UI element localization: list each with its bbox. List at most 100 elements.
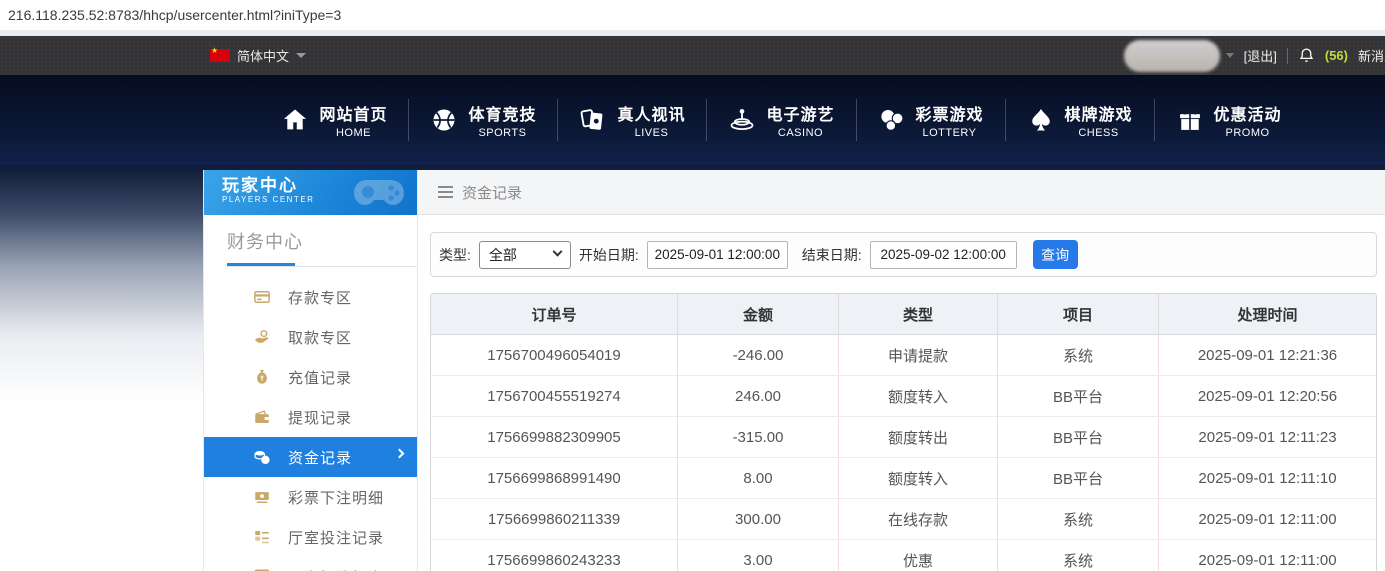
sidebar-item-彩票下注明细[interactable]: 彩票下注明细 [204, 477, 417, 517]
table-cell: 3.00 [677, 540, 838, 571]
nav-label-en: PROMO [1226, 127, 1270, 139]
sidebar-item-取款专区[interactable]: 取款专区 [204, 317, 417, 357]
sidebar-menu: 存款专区取款专区充值记录提现记录资金记录彩票下注明细厅室投注记录玩家投注报表 [204, 277, 417, 571]
filter-bar: 类型: 全部 开始日期: 结束日期: 查询 [430, 232, 1377, 277]
sidebar-item-label: 提现记录 [288, 407, 352, 428]
table-cell: 额度转入 [838, 376, 997, 416]
hall-bets-icon [253, 528, 271, 546]
nav-label-en: CASINO [778, 127, 823, 139]
end-date-label: 结束日期: [802, 245, 862, 265]
table-row: 17566998602432333.00优惠系统2025-09-01 12:11… [431, 540, 1376, 571]
table-cell: 1756700455519274 [431, 376, 677, 416]
nav-label-zh: 真人视讯 [617, 101, 685, 125]
nav-label-zh: 棋牌游戏 [1065, 101, 1133, 125]
table-cell: 2025-09-01 12:11:10 [1158, 458, 1376, 498]
home-icon [281, 106, 309, 134]
table-header-row: 订单号金额类型项目处理时间 [431, 294, 1376, 335]
table-row: 1756699882309905-315.00额度转出BB平台2025-09-0… [431, 417, 1376, 458]
nav-item-casino[interactable]: 电子游艺 CASINO [707, 101, 855, 139]
end-date-input[interactable] [870, 241, 1017, 269]
language-selector[interactable]: 简体中文 [210, 46, 306, 65]
user-menu-chevron-icon[interactable] [1226, 53, 1234, 58]
sidebar-item-存款专区[interactable]: 存款专区 [204, 277, 417, 317]
nav-item-home[interactable]: 网站首页HOME [260, 101, 408, 139]
main-navbar: 网站首页HOME体育竞技SPORTS 真人视讯 LIVES 电子游艺 CASINO 彩票游… [0, 75, 1385, 165]
table-cell: 2025-09-01 12:11:00 [1158, 499, 1376, 539]
table-cell: 246.00 [677, 376, 838, 416]
nav-label-en: CHESS [1078, 127, 1118, 139]
sidebar-item-玩家投注报表[interactable]: 玩家投注报表 [204, 557, 417, 571]
table-row: 1756700455519274246.00额度转入BB平台2025-09-01… [431, 376, 1376, 417]
topbar-right: [退出] (56) 新消息 [1124, 36, 1385, 75]
select-chevron-icon[interactable] [552, 247, 562, 257]
message-label[interactable]: 新消息 [1358, 46, 1385, 65]
roulette-icon [728, 106, 756, 134]
type-select-value[interactable]: 全部 [489, 245, 517, 265]
nav-item-lottery[interactable]: 彩票游戏 LOTTERY [857, 101, 1005, 139]
table-row: 1756700496054019-246.00申请提款系统2025-09-01 … [431, 335, 1376, 376]
playing-cards-icon [579, 106, 607, 134]
sidebar-item-label: 充值记录 [288, 367, 352, 388]
nav-item-sports[interactable]: 体育竞技SPORTS [409, 101, 557, 139]
table-cell: 8.00 [677, 458, 838, 498]
gift-icon [1176, 106, 1204, 134]
table-row: 17566998689914908.00额度转入BB平台2025-09-01 1… [431, 458, 1376, 499]
sidebar-item-充值记录[interactable]: 充值记录 [204, 357, 417, 397]
sidebar-item-厅室投注记录[interactable]: 厅室投注记录 [204, 517, 417, 557]
bell-icon[interactable] [1298, 47, 1315, 64]
table-row: 1756699860211339300.00在线存款系统2025-09-01 1… [431, 499, 1376, 540]
table-cell: BB平台 [997, 376, 1158, 416]
table-cell: 额度转入 [838, 458, 997, 498]
sidebar-item-资金记录[interactable]: 资金记录 [204, 437, 417, 477]
table-cell: BB平台 [997, 458, 1158, 498]
username-blurred[interactable] [1124, 40, 1220, 72]
logout-link[interactable]: [退出] [1244, 46, 1277, 65]
deposit-card-icon [253, 288, 271, 306]
topbar: 简体中文 [退出] (56) 新消息 [0, 36, 1385, 75]
sidebar-section-title: 财务中心 [227, 228, 417, 254]
lottery-balls-icon [878, 106, 906, 134]
sidebar-header: 玩家中心 PLAYERS CENTER [204, 170, 417, 215]
table-cell: 1756699860243233 [431, 540, 677, 571]
chevron-down-icon[interactable] [296, 53, 306, 58]
table-cell: 额度转出 [838, 417, 997, 457]
type-select[interactable]: 全部 [479, 241, 571, 269]
table-cell: 系统 [997, 335, 1158, 375]
start-date-input[interactable] [647, 241, 788, 269]
funds-coins-icon [253, 448, 271, 466]
table-cell: 1756700496054019 [431, 335, 677, 375]
table-cell: 系统 [997, 499, 1158, 539]
nav-item-chess[interactable]: 棋牌游戏 CHESS [1006, 101, 1154, 139]
page-url[interactable]: 216.118.235.52:8783/hhcp/usercenter.html… [8, 7, 341, 23]
language-label[interactable]: 简体中文 [237, 46, 289, 65]
sidebar-item-label: 存款专区 [288, 287, 352, 308]
table-cell: 2025-09-01 12:20:56 [1158, 376, 1376, 416]
table-cell: -315.00 [677, 417, 838, 457]
browser-address-bar[interactable]: 216.118.235.52:8783/hhcp/usercenter.html… [0, 0, 1385, 30]
type-filter-label: 类型: [439, 245, 471, 265]
nav-item-promo[interactable]: 优惠活动 PROMO [1155, 101, 1303, 139]
nav-label-en: SPORTS [478, 127, 526, 139]
breadcrumb-title: 资金记录 [462, 182, 522, 203]
nav-item-lives[interactable]: 真人视讯 LIVES [558, 101, 706, 139]
topbar-divider [1287, 48, 1288, 64]
table-cell: BB平台 [997, 417, 1158, 457]
search-button[interactable]: 查询 [1033, 240, 1078, 269]
sidebar-item-提现记录[interactable]: 提现记录 [204, 397, 417, 437]
nav-label-zh: 彩票游戏 [916, 101, 984, 125]
nav-label-zh: 电子游艺 [766, 101, 834, 125]
table-cell: 2025-09-01 12:11:00 [1158, 540, 1376, 571]
main-nav: 网站首页HOME体育竞技SPORTS 真人视讯 LIVES 电子游艺 CASINO 彩票游… [260, 99, 1302, 141]
table-cell: 申请提款 [838, 335, 997, 375]
screen: 216.118.235.52:8783/hhcp/usercenter.html… [0, 0, 1385, 571]
table-cell: 2025-09-01 12:11:23 [1158, 417, 1376, 457]
gamepad-icon [353, 174, 405, 210]
table-cell: 1756699882309905 [431, 417, 677, 457]
nav-label-en: LOTTERY [922, 127, 976, 139]
withdrawal-wallet-icon [253, 408, 271, 426]
nav-label-en: LIVES [635, 127, 669, 139]
sports-ball-icon [430, 106, 458, 134]
sidebar: 玩家中心 PLAYERS CENTER 财务中心 存款专区取款专区充值记录提现记… [203, 170, 418, 571]
message-count[interactable]: (56) [1325, 48, 1348, 63]
nav-label-zh: 优惠活动 [1214, 101, 1282, 125]
